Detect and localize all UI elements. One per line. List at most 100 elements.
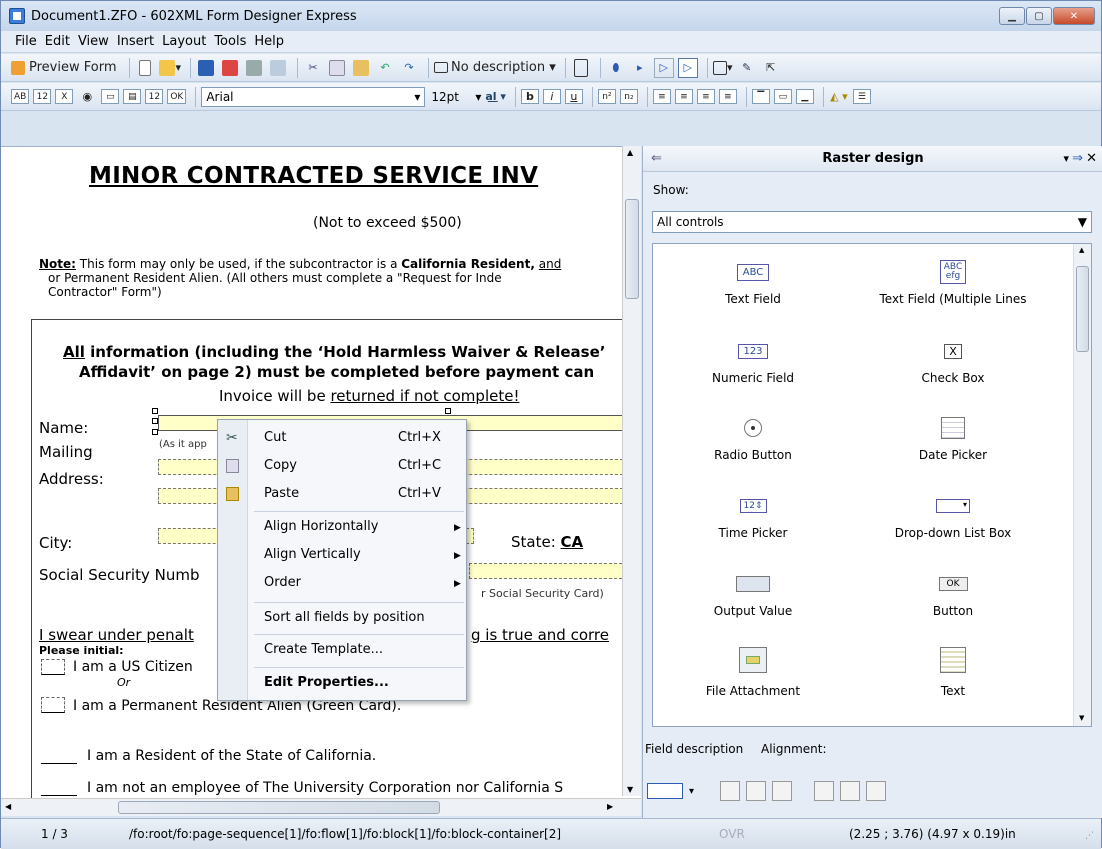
- show-select[interactable]: All controls ▼: [652, 211, 1092, 233]
- scroll-up-icon[interactable]: ▲: [1079, 246, 1084, 254]
- scroll-right-icon[interactable]: ▶: [607, 802, 613, 811]
- time-tool-icon[interactable]: 12: [145, 89, 164, 104]
- control-dropdown-list[interactable]: ▾ Drop-down List Box: [853, 494, 1053, 540]
- properties-icon[interactable]: ☰: [852, 89, 871, 104]
- radio-tool-icon[interactable]: ◉: [77, 87, 97, 107]
- horizontal-scroll-thumb[interactable]: [118, 801, 440, 814]
- close-button[interactable]: ✕: [1053, 7, 1095, 25]
- document-vertical-scrollbar[interactable]: ▲ ▼: [622, 146, 641, 796]
- menu-tools[interactable]: Tools: [214, 34, 246, 49]
- numeric-field-tool-icon[interactable]: 12: [33, 89, 52, 104]
- menu-file[interactable]: File: [15, 34, 37, 49]
- scroll-left-icon[interactable]: ◀: [5, 802, 11, 811]
- valign-top-icon[interactable]: ▔: [751, 89, 770, 104]
- scroll-down-icon[interactable]: ▼: [627, 785, 633, 794]
- paste-icon[interactable]: [351, 58, 371, 78]
- align-left-icon[interactable]: [720, 781, 741, 801]
- redo-icon[interactable]: ↷: [399, 58, 419, 78]
- align-top-icon[interactable]: [814, 781, 835, 801]
- palette-scrollbar[interactable]: ▲ ▼: [1073, 244, 1091, 726]
- ssn-field[interactable]: [469, 563, 627, 579]
- fill-color-icon[interactable]: ◭ ▾: [829, 87, 849, 107]
- sign-icon[interactable]: ✎: [737, 58, 757, 78]
- panel-dropdown-icon[interactable]: ▾: [1063, 152, 1069, 165]
- valign-bottom-icon[interactable]: ▁: [795, 89, 814, 104]
- open-icon[interactable]: ▾: [159, 58, 181, 78]
- control-check-box[interactable]: X Check Box: [853, 339, 1053, 385]
- vertical-scroll-thumb[interactable]: [625, 199, 639, 299]
- field-description-icon[interactable]: [647, 783, 683, 799]
- control-text-field[interactable]: ABC Text Field: [653, 260, 853, 306]
- align-right-icon[interactable]: [772, 781, 793, 801]
- superscript-icon[interactable]: n²: [597, 89, 616, 104]
- play-icon[interactable]: ▸: [630, 58, 650, 78]
- menu-view[interactable]: View: [78, 34, 109, 49]
- chevron-down-icon[interactable]: ▾: [689, 786, 694, 797]
- not-employee-initial-line[interactable]: [41, 795, 77, 796]
- description-dropdown[interactable]: No description ▾: [434, 58, 556, 78]
- button-tool-icon[interactable]: OK: [167, 89, 187, 104]
- minimize-button[interactable]: ▁: [999, 7, 1025, 25]
- maximize-button[interactable]: ▢: [1026, 7, 1052, 25]
- back-arrow-icon[interactable]: ⇐: [651, 151, 662, 166]
- menu-insert[interactable]: Insert: [117, 34, 154, 49]
- resident-initial-line[interactable]: [41, 763, 77, 764]
- align-center-icon[interactable]: [746, 781, 767, 801]
- control-output-value[interactable]: Output Value: [653, 572, 853, 618]
- align-middle-icon[interactable]: [840, 781, 861, 801]
- align-right-icon[interactable]: ≡: [696, 89, 715, 104]
- menu-edit[interactable]: Edit: [45, 34, 70, 49]
- control-file-attachment[interactable]: File Attachment: [653, 644, 853, 698]
- control-button[interactable]: OK Button: [853, 572, 1053, 618]
- underline-icon[interactable]: u: [564, 89, 583, 104]
- control-radio-button[interactable]: Radio Button: [653, 416, 853, 462]
- valign-middle-icon[interactable]: ▭: [773, 89, 792, 104]
- scroll-down-icon[interactable]: ▼: [1079, 714, 1084, 722]
- perm-res-initial-field[interactable]: [41, 697, 65, 713]
- date-tool-icon[interactable]: ▤: [123, 89, 142, 104]
- citizen-initial-field[interactable]: [41, 659, 65, 675]
- control-text-field-multiline[interactable]: ABC efg Text Field (Multiple Lines: [853, 260, 1053, 306]
- control-text[interactable]: Text: [853, 644, 1053, 698]
- resize-grip-icon[interactable]: ⋰: [1085, 831, 1094, 841]
- align-justify-icon[interactable]: ≡: [718, 89, 737, 104]
- save-as-icon[interactable]: [220, 58, 240, 78]
- resize-handle[interactable]: [152, 408, 158, 414]
- cut-icon[interactable]: ✂: [303, 58, 323, 78]
- text-field-tool-icon[interactable]: AB: [11, 89, 30, 104]
- align-bottom-icon[interactable]: [866, 781, 887, 801]
- resize-handle[interactable]: [152, 418, 158, 424]
- design-mode-icon[interactable]: ▷: [677, 57, 698, 78]
- resize-handle[interactable]: [445, 408, 451, 414]
- align-left-icon[interactable]: ≡: [652, 89, 671, 104]
- new-icon[interactable]: [135, 58, 155, 78]
- preview-form-button[interactable]: Preview Form: [11, 58, 116, 78]
- font-color-icon[interactable]: a͟l ▾: [485, 87, 506, 107]
- palette-scroll-thumb[interactable]: [1076, 266, 1089, 352]
- bold-icon[interactable]: b: [520, 89, 539, 104]
- layout-icon[interactable]: [571, 58, 591, 78]
- save-icon[interactable]: [196, 58, 216, 78]
- subscript-icon[interactable]: n₂: [619, 89, 638, 104]
- document-horizontal-scrollbar[interactable]: ◀ ▶: [1, 798, 641, 816]
- run-icon[interactable]: ▷: [653, 57, 674, 78]
- italic-icon[interactable]: i: [542, 89, 561, 104]
- tab-order-icon[interactable]: ⬮: [606, 58, 626, 78]
- copy-icon[interactable]: [327, 58, 347, 78]
- control-date-picker[interactable]: Date Picker: [853, 416, 1053, 462]
- menu-help[interactable]: Help: [254, 34, 284, 49]
- print-icon[interactable]: [244, 58, 264, 78]
- align-center-icon[interactable]: ≡: [674, 89, 693, 104]
- panel-close-icon[interactable]: ✕: [1086, 151, 1097, 166]
- resize-handle[interactable]: [152, 429, 158, 435]
- forward-arrow-icon[interactable]: ⇒: [1072, 151, 1083, 166]
- panel-layout-icon[interactable]: ▾: [713, 58, 733, 78]
- print-preview-icon[interactable]: [268, 58, 288, 78]
- control-time-picker[interactable]: 12⇕ Time Picker: [653, 494, 853, 540]
- control-numeric-field[interactable]: 123 Numeric Field: [653, 339, 853, 385]
- dropdown-tool-icon[interactable]: ▭: [101, 89, 120, 104]
- font-select[interactable]: Arial ▾: [201, 86, 426, 107]
- undo-icon[interactable]: ↶: [375, 58, 395, 78]
- scroll-up-icon[interactable]: ▲: [627, 148, 633, 157]
- pointer-icon[interactable]: ⇱: [761, 58, 781, 78]
